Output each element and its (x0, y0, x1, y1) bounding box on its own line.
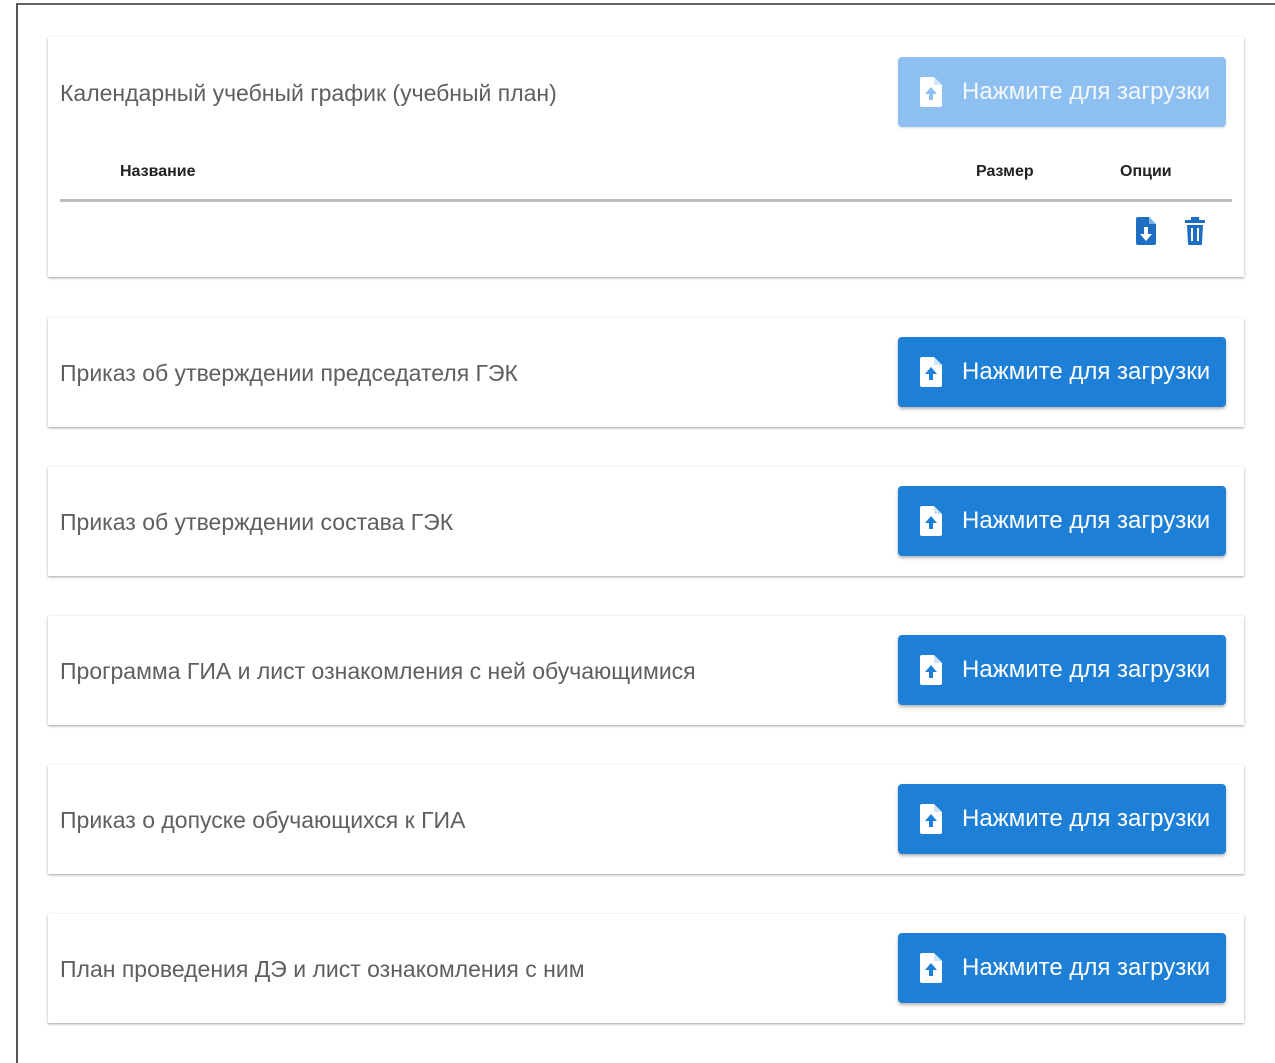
document-title: Программа ГИА и лист ознакомления с ней … (60, 658, 696, 684)
file-upload-icon (920, 357, 942, 387)
file-upload-icon (920, 655, 942, 685)
upload-button[interactable]: Нажмите для загрузки (898, 933, 1226, 1003)
upload-button[interactable]: Нажмите для загрузки (898, 635, 1226, 705)
document-title: План проведения ДЭ и лист ознакомления с… (60, 956, 585, 982)
document-title: Приказ об утверждении состава ГЭК (60, 509, 454, 535)
upload-button-label: Нажмите для загрузки (962, 507, 1211, 534)
upload-button-label: Нажмите для загрузки (962, 358, 1211, 385)
document-title: Календарный учебный график (учебный план… (60, 80, 557, 106)
trash-icon[interactable] (1184, 217, 1206, 245)
download-file-icon[interactable] (1136, 217, 1158, 245)
upload-button-label: Нажмите для загрузки (962, 78, 1211, 105)
file-upload-icon (920, 953, 942, 983)
upload-button[interactable]: Нажмите для загрузки (898, 57, 1226, 127)
document-card: План проведения ДЭ и лист ознакомления с… (48, 914, 1244, 1023)
document-title: Приказ об утверждении председателя ГЭК (60, 360, 518, 386)
file-upload-icon (920, 804, 942, 834)
upload-button-label: Нажмите для загрузки (962, 656, 1211, 683)
upload-button[interactable]: Нажмите для загрузки (898, 337, 1226, 407)
document-title: Приказ о допуске обучающихся к ГИА (60, 807, 466, 833)
upload-button[interactable]: Нажмите для загрузки (898, 784, 1226, 854)
column-header-options: Опции (1120, 163, 1172, 180)
file-row-actions (1136, 217, 1206, 245)
upload-button-label: Нажмите для загрузки (962, 805, 1211, 832)
file-upload-icon (920, 77, 942, 107)
document-card: Приказ об утверждении состава ГЭК Нажмит… (48, 467, 1244, 576)
document-card: Календарный учебный график (учебный план… (48, 37, 1244, 277)
column-header-size: Размер (976, 163, 1034, 180)
file-table-header: Название Размер Опции (60, 147, 1232, 202)
document-card: Программа ГИА и лист ознакомления с ней … (48, 616, 1244, 725)
document-card: Приказ об утверждении председателя ГЭК Н… (48, 318, 1244, 427)
upload-button-label: Нажмите для загрузки (962, 954, 1211, 981)
column-header-name: Название (120, 163, 196, 180)
file-upload-icon (920, 506, 942, 536)
document-card: Приказ о допуске обучающихся к ГИА Нажми… (48, 765, 1244, 874)
upload-button[interactable]: Нажмите для загрузки (898, 486, 1226, 556)
